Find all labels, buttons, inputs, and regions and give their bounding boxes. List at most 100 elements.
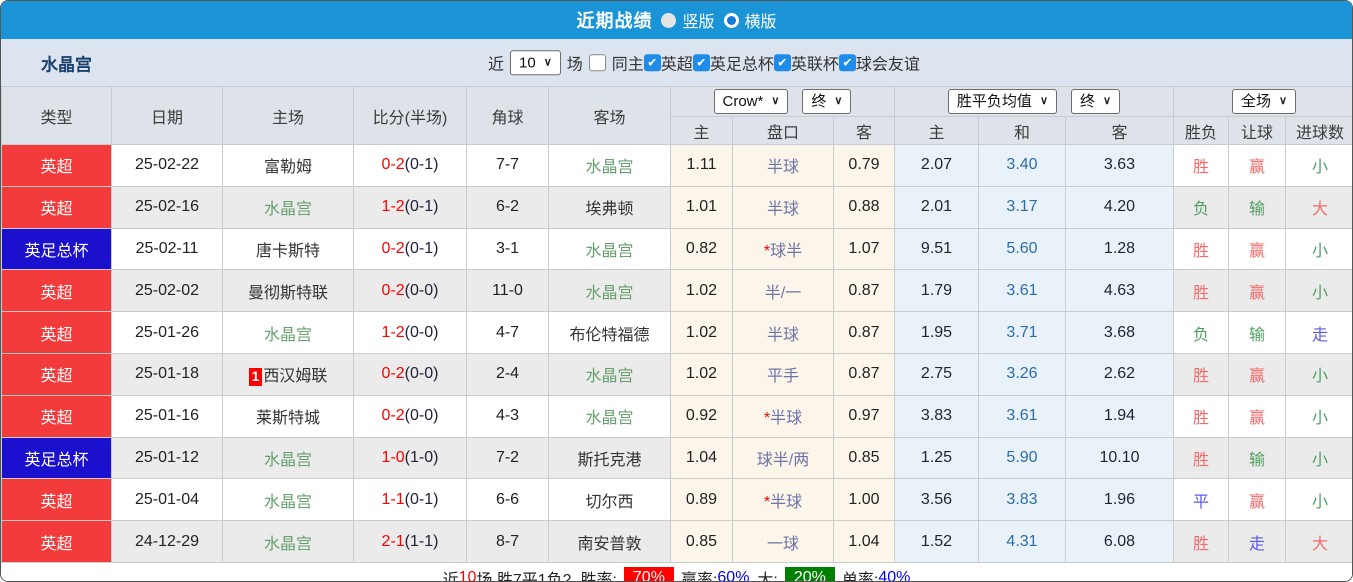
fulltime-score: 0-2 xyxy=(381,281,405,299)
avg-odds-value: 胜平负均值 xyxy=(956,92,1032,110)
asian-handicap-cell: 平手 xyxy=(732,352,834,396)
corners-cell: 4-7 xyxy=(466,311,549,354)
chevron-down-icon: ∨ xyxy=(1039,95,1048,108)
chevron-down-icon: ∨ xyxy=(834,95,843,108)
table-row: 英超 25-01-26 水晶宫 1-2(0-0) 4-7 布伦特福德 1.02 … xyxy=(1,311,1352,354)
handicap-value: 半球 xyxy=(770,410,803,428)
home-team-name: 水晶宫 xyxy=(263,326,312,344)
subcol-avg-away: 客 xyxy=(1065,116,1174,145)
halftime-score: (0-0) xyxy=(404,365,439,383)
date-cell: 24-12-29 xyxy=(111,520,223,563)
scope-value: 全场 xyxy=(1240,92,1271,110)
fulltime-score: 1-0 xyxy=(381,448,405,466)
score-cell: 0-2(0-0) xyxy=(353,394,467,438)
recent-count-select[interactable]: 10 ∨ xyxy=(510,49,561,76)
avg-away-odds-cell: 10.10 xyxy=(1065,436,1174,480)
avg-home-odds-cell: 2.01 xyxy=(894,185,979,229)
league-epl-checkbox[interactable]: ✔ xyxy=(643,54,661,71)
handicap-value: 球半 xyxy=(770,242,803,260)
filter-controls: 近 10 ∨ 场 同主 ✔ 英超 ✔ 英足总杯 ✔ 英联杯 ✔ 球会友谊 xyxy=(488,49,920,76)
goals-result-cell: 小 xyxy=(1284,352,1352,396)
horizontal-radio-label[interactable]: 横版 xyxy=(745,8,777,32)
horizontal-radio-icon[interactable] xyxy=(723,12,739,28)
table-row: 英足总杯 25-01-12 水晶宫 1-0(1-0) 7-2 斯托克港 1.04… xyxy=(1,436,1352,480)
avg-draw-odds-cell: 5.90 xyxy=(978,436,1066,480)
league-facup-checkbox[interactable]: ✔ xyxy=(692,54,710,71)
match-result-cell: 胜 xyxy=(1173,269,1229,313)
layout-option-vertical[interactable]: 竖版 xyxy=(661,8,715,32)
league-eflcup-label[interactable]: 英联杯 xyxy=(791,51,839,75)
vertical-radio-icon[interactable] xyxy=(661,12,677,28)
asian-odds-away-cell: 0.85 xyxy=(833,436,895,480)
home-team-cell: 曼彻斯特联 xyxy=(222,269,354,313)
avg-odds-select[interactable]: 胜平负均值 ∨ xyxy=(947,88,1057,115)
date-cell: 25-02-02 xyxy=(111,269,223,313)
chevron-down-icon: ∨ xyxy=(771,95,780,108)
corners-cell: 11-0 xyxy=(466,269,549,313)
handicap-value: 一球 xyxy=(766,535,799,553)
asian-handicap-cell: *半球 xyxy=(732,478,834,522)
odds-company-select[interactable]: Crow* ∨ xyxy=(713,88,789,115)
date-cell: 25-02-16 xyxy=(111,185,223,229)
avg-draw-odds-cell: 5.60 xyxy=(978,227,1066,271)
away-team-cell: 切尔西 xyxy=(548,478,671,522)
away-team-cell: 水晶宫 xyxy=(548,144,671,187)
league-type-badge: 英超 xyxy=(1,311,112,354)
avg-draw-odds-cell: 3.61 xyxy=(978,269,1066,313)
scope-select[interactable]: 全场 ∨ xyxy=(1231,88,1297,115)
date-cell: 25-02-22 xyxy=(111,144,223,187)
score-cell: 0-2(0-1) xyxy=(353,227,467,271)
league-epl-label[interactable]: 英超 xyxy=(661,51,693,75)
handicap-value: 半球 xyxy=(766,159,799,177)
corners-cell: 6-6 xyxy=(466,478,549,522)
league-type-badge: 英超 xyxy=(1,185,112,229)
subcol-goals: 进球数 xyxy=(1284,116,1352,145)
match-result-cell: 胜 xyxy=(1173,394,1229,438)
score-cell: 1-2(0-1) xyxy=(353,185,467,229)
league-friendly-label[interactable]: 球会友谊 xyxy=(856,51,920,75)
goals-result-cell: 小 xyxy=(1284,269,1352,313)
corners-cell: 3-1 xyxy=(466,227,549,271)
match-result-cell: 胜 xyxy=(1173,227,1229,271)
layout-option-horizontal[interactable]: 横版 xyxy=(723,8,777,32)
home-team-cell: 1 西汉姆联 xyxy=(222,352,354,396)
fulltime-score: 1-2 xyxy=(381,323,405,341)
score-cell: 1-1(0-1) xyxy=(353,478,467,522)
score-cell: 1-2(0-0) xyxy=(353,311,467,354)
home-team-cell: 水晶宫 xyxy=(222,520,354,563)
asian-handicap-cell: 半球 xyxy=(732,311,834,354)
odds-time-select[interactable]: 终 ∨ xyxy=(802,88,852,115)
away-team-name: 埃弗顿 xyxy=(585,201,634,219)
handicap-result-cell: 赢 xyxy=(1228,352,1286,396)
home-team-cell: 水晶宫 xyxy=(222,311,354,354)
avg-odds-group-header: 胜平负均值 ∨ 终 ∨ xyxy=(894,86,1174,117)
radio-dot-icon xyxy=(726,15,736,25)
away-team-cell: 南安普敦 xyxy=(548,520,671,563)
home-team-cell: 水晶宫 xyxy=(222,185,354,229)
league-eflcup-checkbox[interactable]: ✔ xyxy=(773,54,791,71)
same-home-label[interactable]: 同主 xyxy=(612,51,644,75)
vertical-radio-label[interactable]: 竖版 xyxy=(682,8,714,32)
asian-odds-away-cell: 1.04 xyxy=(833,520,895,563)
fulltime-score: 0-2 xyxy=(381,239,405,257)
league-facup-label[interactable]: 英足总杯 xyxy=(710,51,774,75)
win-odds-rate: 60% xyxy=(717,569,750,582)
avg-home-odds-cell: 1.25 xyxy=(894,436,979,480)
avg-time-select[interactable]: 终 ∨ xyxy=(1071,88,1121,115)
same-home-checkbox[interactable] xyxy=(588,54,606,71)
table-row: 英超 25-01-18 1 西汉姆联 0-2(0-0) 2-4 水晶宫 1.02 … xyxy=(1,352,1352,396)
fulltime-score: 0-2 xyxy=(381,365,405,383)
table-row: 英超 25-02-22 富勒姆 0-2(0-1) 7-7 水晶宫 1.11 半球… xyxy=(1,144,1352,187)
single-label: 单率: xyxy=(841,572,879,582)
league-type-badge: 英足总杯 xyxy=(1,227,112,271)
league-friendly-checkbox[interactable]: ✔ xyxy=(838,54,856,71)
col-header-date: 日期 xyxy=(111,86,223,145)
corners-cell: 7-2 xyxy=(466,436,549,480)
rank-badge: 1 xyxy=(248,368,263,386)
recent-suffix-label: 场 xyxy=(566,56,583,74)
recent-count-value: 10 xyxy=(519,53,536,71)
table-row: 英超 25-02-16 水晶宫 1-2(0-1) 6-2 埃弗顿 1.01 半球… xyxy=(1,185,1352,229)
col-header-away: 客场 xyxy=(548,86,671,145)
score-cell: 0-2(0-0) xyxy=(353,352,467,396)
subcol-asian-handicap: 盘口 xyxy=(732,116,834,145)
